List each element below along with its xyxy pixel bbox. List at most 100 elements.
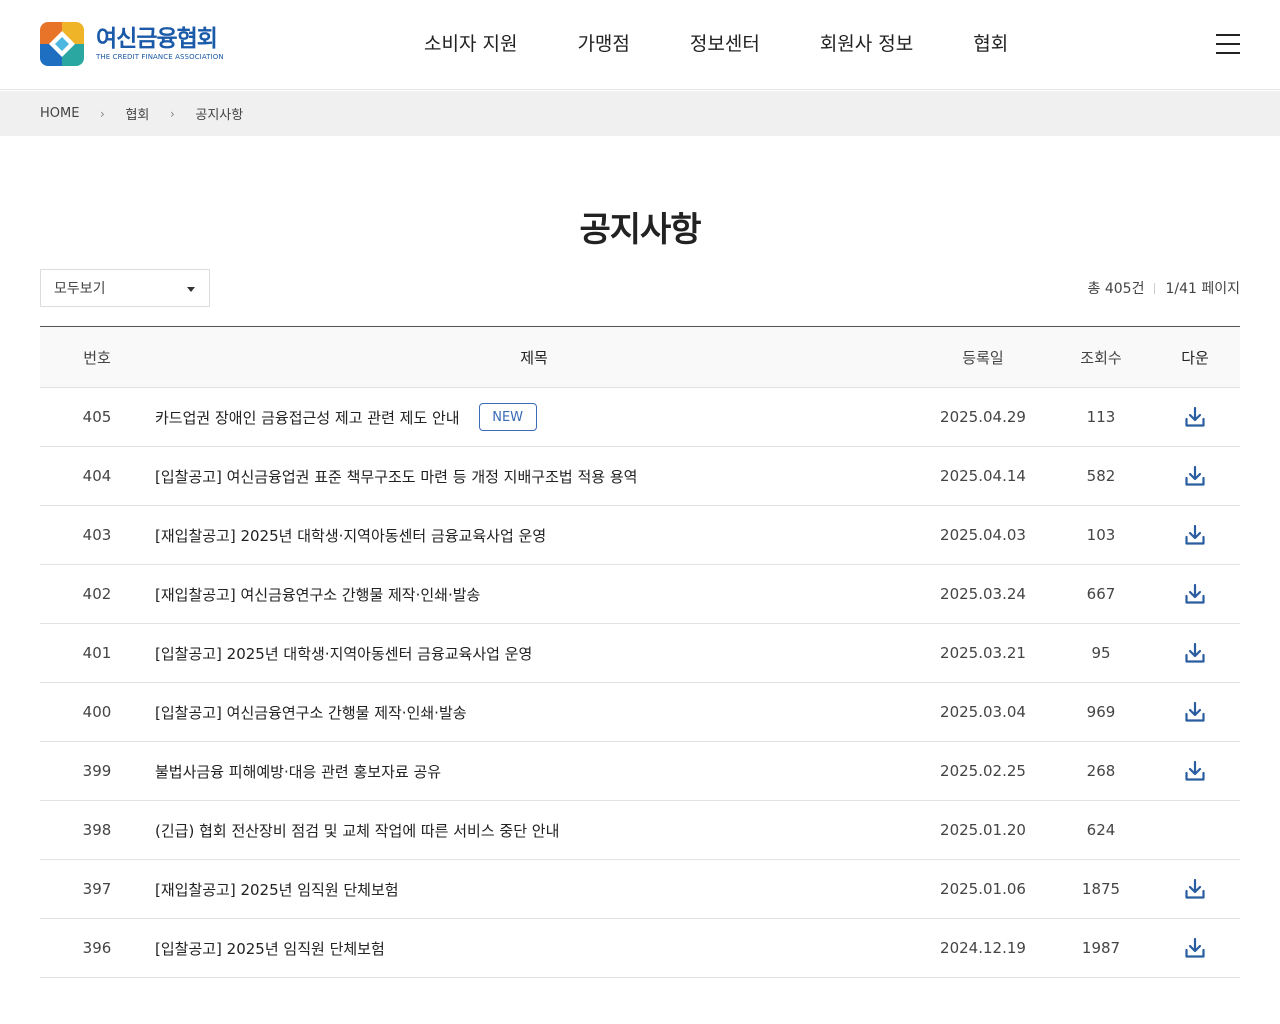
hamburger-icon[interactable] xyxy=(1216,34,1240,54)
chevron-right-icon: › xyxy=(100,106,105,121)
new-badge: NEW xyxy=(478,403,537,431)
site-logo[interactable]: 여신금융협회 THE CREDIT FINANCE ASSOCIATION xyxy=(40,22,224,66)
row-number: 398 xyxy=(82,821,112,839)
download-icon[interactable] xyxy=(1184,937,1206,959)
download-icon[interactable] xyxy=(1184,583,1206,605)
row-title-link[interactable]: [입찰공고] 2025년 대학생·지역아동센터 금융교육사업 운영 xyxy=(154,643,914,664)
notice-table: 번호 제목 등록일 조회수 다운 405 카드업권 장애인 금융접근성 제고 관련… xyxy=(40,326,1240,978)
row-number: 402 xyxy=(82,585,112,603)
row-title-link[interactable]: [재입찰공고] 2025년 대학생·지역아동센터 금융교육사업 운영 xyxy=(154,525,914,546)
divider xyxy=(1154,282,1156,294)
row-download-cell xyxy=(1150,642,1240,664)
header-date: 등록일 xyxy=(962,348,1004,367)
row-title-text: 불법사금융 피해예방·대응 관련 홍보자료 공유 xyxy=(155,762,442,781)
row-title-link[interactable]: 불법사금융 피해예방·대응 관련 홍보자료 공유 xyxy=(154,761,914,782)
row-title-text: [재입찰공고] 2025년 대학생·지역아동센터 금융교육사업 운영 xyxy=(155,526,547,545)
download-icon[interactable] xyxy=(1184,642,1206,664)
table-row[interactable]: 403 [재입찰공고] 2025년 대학생·지역아동센터 금융교육사업 운영 202… xyxy=(40,506,1240,565)
download-icon[interactable] xyxy=(1184,760,1206,782)
row-download-cell xyxy=(1150,583,1240,605)
header-download: 다운 xyxy=(1181,348,1209,367)
row-title-link[interactable]: [입찰공고] 여신금융연구소 간행물 제작·인쇄·발송 xyxy=(154,702,914,723)
row-views: 667 xyxy=(1086,585,1116,603)
row-number: 399 xyxy=(82,762,112,780)
row-title-text: [입찰공고] 여신금융연구소 간행물 제작·인쇄·발송 xyxy=(155,703,467,722)
row-title-link[interactable]: (긴급) 협회 전산장비 점검 및 교체 작업에 따른 서비스 중단 안내 xyxy=(154,820,914,841)
row-download-cell xyxy=(1150,760,1240,782)
row-title-link[interactable]: [입찰공고] 2025년 임직원 단체보험 xyxy=(154,938,914,959)
row-title-link[interactable]: [재입찰공고] 여신금융연구소 간행물 제작·인쇄·발송 xyxy=(154,584,914,605)
table-row[interactable]: 404 [입찰공고] 여신금융업권 표준 책무구조도 마련 등 개정 지배구조법 … xyxy=(40,447,1240,506)
table-row[interactable]: 401 [입찰공고] 2025년 대학생·지역아동센터 금융교육사업 운영 2025… xyxy=(40,624,1240,683)
chevron-right-icon: › xyxy=(169,106,175,121)
download-icon[interactable] xyxy=(1184,878,1206,900)
row-number: 401 xyxy=(82,644,112,662)
row-date: 2025.04.14 xyxy=(940,467,1026,485)
table-row[interactable]: 405 카드업권 장애인 금융접근성 제고 관련 제도 안내 NEW 2025.04.… xyxy=(40,388,1240,447)
total-count: 총 405건 xyxy=(1087,281,1145,297)
row-date: 2025.03.21 xyxy=(940,644,1026,662)
header-views: 조회수 xyxy=(1080,348,1122,367)
table-row[interactable]: 399 불법사금융 피해예방·대응 관련 홍보자료 공유 2025.02.25 268 xyxy=(40,742,1240,801)
row-download-cell xyxy=(1150,406,1240,428)
row-views: 582 xyxy=(1086,467,1116,485)
breadcrumb-association[interactable]: 협회 xyxy=(125,104,149,123)
download-icon[interactable] xyxy=(1184,524,1206,546)
table-row[interactable]: 398 (긴급) 협회 전산장비 점검 및 교체 작업에 따른 서비스 중단 안내… xyxy=(40,801,1240,860)
site-header: 여신금융협회 THE CREDIT FINANCE ASSOCIATION 소비… xyxy=(0,0,1280,90)
row-title-text: [입찰공고] 2025년 임직원 단체보험 xyxy=(155,939,385,958)
table-row[interactable]: 397 [재입찰공고] 2025년 임직원 단체보험 2025.01.06 1875 xyxy=(40,860,1240,919)
row-title-link[interactable]: [재입찰공고] 2025년 임직원 단체보험 xyxy=(154,879,914,900)
logo-mark-icon xyxy=(40,22,84,66)
row-views: 95 xyxy=(1091,644,1111,662)
row-views: 103 xyxy=(1086,526,1116,544)
table-row[interactable]: 402 [재입찰공고] 여신금융연구소 간행물 제작·인쇄·발송 2025.03.2… xyxy=(40,565,1240,624)
row-date: 2025.01.20 xyxy=(940,821,1026,839)
row-views: 1875 xyxy=(1081,880,1121,898)
page-title: 공지사항 xyxy=(579,210,701,250)
row-title-text: [입찰공고] 2025년 대학생·지역아동센터 금융교육사업 운영 xyxy=(155,644,533,663)
logo-english-text: THE CREDIT FINANCE ASSOCIATION xyxy=(96,53,224,61)
logo-korean-text: 여신금융협회 xyxy=(96,26,218,52)
row-title-text: [재입찰공고] 2025년 임직원 단체보험 xyxy=(155,880,399,899)
download-icon[interactable] xyxy=(1184,465,1206,487)
table-body: 405 카드업권 장애인 금융접근성 제고 관련 제도 안내 NEW 2025.04.… xyxy=(40,388,1240,978)
row-download-cell xyxy=(1150,465,1240,487)
nav-association[interactable]: 협회 xyxy=(973,30,1008,58)
row-date: 2025.04.29 xyxy=(940,408,1026,426)
row-number: 405 xyxy=(82,408,112,426)
download-icon[interactable] xyxy=(1184,701,1206,723)
row-number: 404 xyxy=(82,467,112,485)
row-date: 2025.02.25 xyxy=(940,762,1026,780)
row-title-text: 카드업권 장애인 금융접근성 제고 관련 제도 안내 xyxy=(155,408,460,427)
download-icon[interactable] xyxy=(1184,406,1206,428)
row-title-text: [재입찰공고] 여신금융연구소 간행물 제작·인쇄·발송 xyxy=(155,585,481,604)
row-date: 2025.04.03 xyxy=(940,526,1026,544)
list-summary: 총 405건 1/41 페이지 xyxy=(1088,278,1240,298)
row-number: 403 xyxy=(82,526,112,544)
row-download-cell xyxy=(1150,524,1240,546)
row-title-link[interactable]: [입찰공고] 여신금융업권 표준 책무구조도 마련 등 개정 지배구조법 적용 … xyxy=(154,466,914,487)
table-row[interactable]: 400 [입찰공고] 여신금융연구소 간행물 제작·인쇄·발송 2025.03.04… xyxy=(40,683,1240,742)
row-number: 396 xyxy=(82,939,112,957)
row-date: 2024.12.19 xyxy=(940,939,1026,957)
nav-consumer-support[interactable]: 소비자 지원 xyxy=(424,30,517,58)
row-download-cell xyxy=(1150,878,1240,900)
header-title: 제목 xyxy=(520,348,548,367)
row-title-link[interactable]: 카드업권 장애인 금융접근성 제고 관련 제도 안내 NEW xyxy=(154,403,914,431)
row-number: 400 xyxy=(82,703,112,721)
breadcrumb-notice[interactable]: 공지사항 xyxy=(195,104,243,123)
breadcrumb-home[interactable]: HOME xyxy=(40,106,79,121)
nav-merchant[interactable]: 가맹점 xyxy=(577,30,629,58)
main-nav: 소비자 지원 가맹점 정보센터 회원사 정보 협회 xyxy=(424,30,1008,58)
row-download-cell xyxy=(1150,937,1240,959)
row-date: 2025.03.24 xyxy=(940,585,1026,603)
table-row[interactable]: 396 [입찰공고] 2025년 임직원 단체보험 2024.12.19 1987 xyxy=(40,919,1240,978)
category-filter-select[interactable]: 모두보기 xyxy=(40,269,210,307)
row-number: 397 xyxy=(82,880,112,898)
row-title-text: (긴급) 협회 전산장비 점검 및 교체 작업에 따른 서비스 중단 안내 xyxy=(155,821,560,840)
row-download-cell xyxy=(1150,701,1240,723)
nav-info-center[interactable]: 정보센터 xyxy=(690,30,760,58)
page-indicator: 1/41 페이지 xyxy=(1165,281,1240,297)
nav-member-info[interactable]: 회원사 정보 xyxy=(820,30,913,58)
